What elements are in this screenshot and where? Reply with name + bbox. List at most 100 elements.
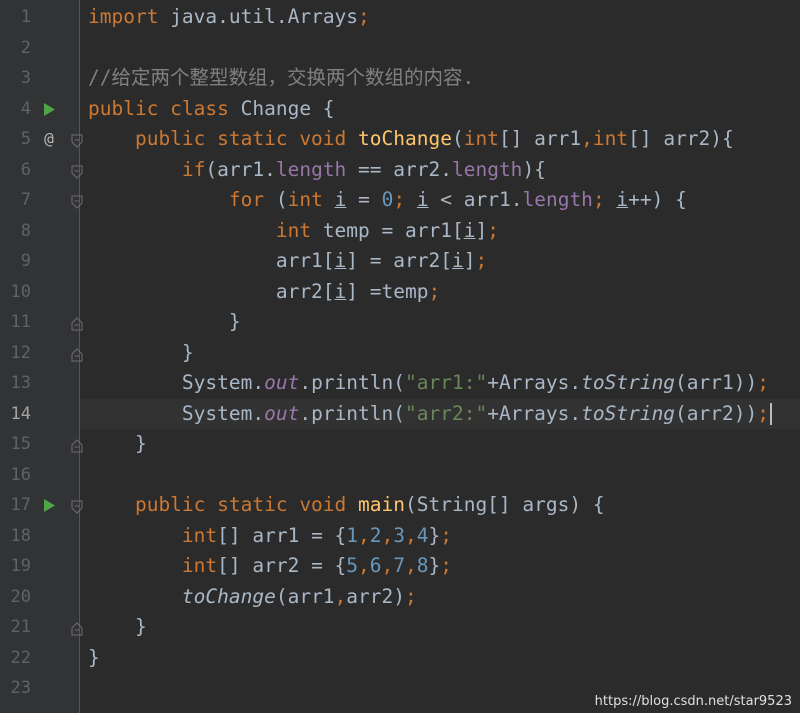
line-number: 23 [10,678,31,698]
code-token: int [275,218,312,242]
code-text[interactable]: } [88,612,147,643]
code-line[interactable]: 11 } [0,307,800,338]
code-line[interactable]: 7 for (int i = 0; i < arr1.length; i++) … [0,185,800,216]
code-line[interactable]: 5 @ public static void toChange(int[] arr… [0,124,800,155]
code-token: +Arrays. [487,371,582,394]
code-line[interactable]: 14 System.out.println("arr2:"+Arrays.toS… [0,398,800,430]
code-token: } [88,310,241,333]
fold-end-icon[interactable] [71,438,83,453]
code-line[interactable]: 18 int[] arr1 = {1,2,3,4}; [0,521,800,552]
code-token: //给定两个整型数组，交换两个数组的内容. [88,66,475,89]
line-number: 16 [10,464,31,485]
code-line[interactable]: 3 //给定两个整型数组，交换两个数组的内容. [0,63,800,94]
code-token: } [88,340,194,364]
code-text[interactable]: } [88,338,194,369]
code-token: "arr2:" [405,401,488,425]
code-text[interactable]: public static void toChange(int[] arr1,i… [88,124,734,155]
fold-start-icon[interactable] [71,133,83,148]
code-line[interactable]: 15 } [0,429,800,460]
line-number: 6 [20,159,31,180]
code-text[interactable]: public class Change { [88,94,335,125]
code-line[interactable]: 13 System.out.println("arr1:"+Arrays.toS… [0,368,800,399]
code-token: (arr1. [205,157,276,181]
code-line[interactable]: 10 arr2[i] =temp; [0,277,800,308]
code-line[interactable]: 9 arr1[i] = arr2[i]; [0,246,800,277]
code-token: ; [440,554,453,577]
code-token: ; [393,188,417,211]
code-line[interactable]: 16 [0,460,800,491]
code-line[interactable]: 17 public static void main(String[] args… [0,490,800,521]
code-token: , [381,554,394,577]
code-text[interactable]: arr2[i] =temp; [88,277,440,308]
code-text[interactable]: if(arr1.length == arr2.length){ [88,155,546,186]
line-number: 4 [20,98,31,119]
code-token: int [287,188,323,211]
code-line[interactable]: 6 if(arr1.length == arr2.length){ [0,155,800,186]
fold-end-icon[interactable] [71,347,83,361]
code-token: i [463,218,476,242]
run-gutter-icon[interactable] [42,490,56,521]
fold-start-icon[interactable] [71,164,83,179]
code-token: System. [88,371,265,394]
code-token: .println( [299,371,406,394]
code-line[interactable]: 21 } [0,612,800,643]
text-caret [769,403,772,425]
fold-end-icon[interactable] [71,621,83,636]
code-token: java.util.Arrays [158,5,359,28]
code-line[interactable]: 1 import java.util.Arrays; [0,2,800,33]
line-number: 7 [20,190,31,210]
code-token: < arr1. [428,188,523,211]
line-number: 1 [20,7,31,27]
code-line[interactable]: 12 } [0,338,800,369]
code-token: int [463,127,499,150]
code-token: ; [475,249,488,272]
code-token: i [334,279,347,303]
fold-end-icon[interactable] [71,316,83,331]
code-token: import [88,5,159,28]
code-token: length [522,188,593,211]
code-token: ; [487,218,499,242]
code-token: (arr1 [275,584,335,608]
code-token: arr2) [346,584,405,608]
code-token: i [334,188,347,211]
code-editor[interactable]: 1 import java.util.Arrays; 2 3//给定两个整型数组，交换… [0,0,800,713]
code-token: , [581,127,593,150]
code-text[interactable]: import java.util.Arrays; [88,2,370,33]
code-text[interactable]: System.out.println("arr1:"+Arrays.toStri… [88,368,769,399]
code-line[interactable]: 4 public class Change { [0,94,800,125]
code-text[interactable]: int temp = arr1[i]; [88,216,499,247]
code-token: (arr2)) [675,401,758,425]
code-text[interactable]: toChange(arr1,arr2); [88,582,417,613]
code-token: toString [581,401,676,425]
code-text[interactable]: System.out.println("arr2:"+Arrays.toStri… [88,399,772,430]
code-token: "arr1:" [405,371,488,394]
run-gutter-icon[interactable] [42,94,56,125]
line-number: 12 [10,342,31,363]
code-token: } [88,432,147,455]
code-token: , [334,584,347,608]
code-line[interactable]: 8 int temp = arr1[i]; [0,216,800,247]
code-text[interactable]: } [88,643,100,674]
code-line[interactable]: 20 toChange(arr1,arr2); [0,582,800,613]
code-line[interactable]: 22} [0,643,800,674]
code-token: , [381,523,394,547]
code-token: length [451,157,523,181]
code-text[interactable]: for (int i = 0; i < arr1.length; i++) { [88,185,687,216]
code-line[interactable]: 2 [0,33,800,64]
code-text[interactable]: //给定两个整型数组，交换两个数组的内容. [88,63,474,94]
at-sign-icon[interactable]: @ [42,124,56,155]
code-token: ] =temp [346,279,429,303]
code-text[interactable]: arr1[i] = arr2[i]; [88,246,487,277]
code-line[interactable]: 19 int[] arr2 = {5,6,7,8}; [0,551,800,582]
code-token: i [616,188,629,211]
code-token: arr1[ [88,249,335,272]
code-text[interactable]: } [88,429,147,460]
code-text[interactable]: public static void main(String[] args) { [88,490,605,521]
fold-start-icon[interactable] [71,194,83,209]
fold-start-icon[interactable] [71,499,83,514]
code-text[interactable]: } [88,307,241,338]
code-token: Change { [228,96,335,120]
code-text[interactable]: int[] arr1 = {1,2,3,4}; [88,521,452,552]
code-text[interactable]: int[] arr2 = {5,6,7,8}; [88,551,452,582]
